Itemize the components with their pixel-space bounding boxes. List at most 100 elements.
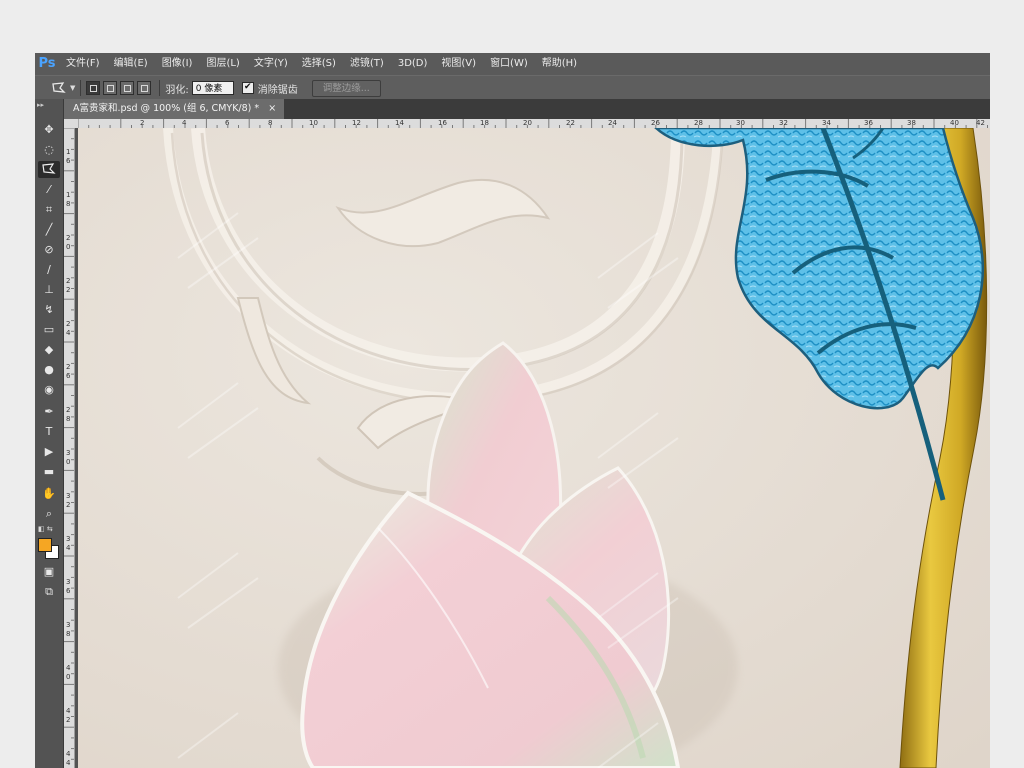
add-to-selection-button[interactable] bbox=[103, 81, 118, 95]
ruler-label: 4 bbox=[66, 664, 71, 672]
crop-tool-icon[interactable]: ⌗ bbox=[38, 201, 60, 218]
document-tab-bar: A富贵家和.psd @ 100% (组 6, CMYK/8) * × bbox=[64, 99, 990, 119]
ruler-label: 4 bbox=[66, 328, 71, 337]
panel-collapse-icon[interactable]: ▸▸ bbox=[37, 101, 44, 109]
ruler-label: 6 bbox=[66, 586, 71, 595]
ruler-label: 20 bbox=[523, 119, 532, 127]
ruler-label: 1 bbox=[66, 148, 71, 156]
ruler-label: 8 bbox=[66, 629, 71, 638]
document-tab[interactable]: A富贵家和.psd @ 100% (组 6, CMYK/8) * × bbox=[64, 99, 285, 119]
ruler-label: 3 bbox=[66, 578, 71, 586]
ruler-label: 6 bbox=[66, 156, 71, 165]
ruler-label: 3 bbox=[66, 492, 71, 500]
menu-edit[interactable]: 编辑(E) bbox=[107, 53, 155, 75]
feather-label: 羽化: bbox=[165, 84, 189, 96]
menu-file[interactable]: 文件(F) bbox=[59, 53, 107, 75]
intersect-selection-icon bbox=[140, 84, 148, 92]
ruler-label: 4 bbox=[182, 119, 187, 127]
menu-filter[interactable]: 滤镜(T) bbox=[343, 53, 391, 75]
polygonal-lasso-icon bbox=[52, 82, 66, 93]
ruler-label: 4 bbox=[66, 750, 71, 758]
divider bbox=[80, 80, 82, 96]
divider bbox=[159, 80, 161, 96]
ruler-label: 2 bbox=[66, 715, 71, 724]
ruler-label: 4 bbox=[66, 543, 71, 552]
ruler-label: 8 bbox=[66, 414, 71, 423]
menu-3d[interactable]: 3D(D) bbox=[391, 53, 435, 75]
eyedropper-tool-icon[interactable]: ╱ bbox=[38, 221, 60, 238]
paint-bucket-tool-icon[interactable]: ◆ bbox=[38, 341, 60, 358]
ruler-label: 2 bbox=[66, 277, 71, 285]
ruler-label: 3 bbox=[66, 621, 71, 629]
hand-tool-icon[interactable]: ✋ bbox=[38, 485, 60, 502]
ruler-label: 2 bbox=[66, 285, 71, 294]
photoshop-logo: Ps bbox=[38, 56, 56, 71]
path-selection-tool-icon[interactable]: ▶ bbox=[38, 443, 60, 460]
ruler-label: 2 bbox=[66, 406, 71, 414]
chevron-down-icon: ▼ bbox=[70, 84, 76, 92]
menu-view[interactable]: 视图(V) bbox=[434, 53, 483, 75]
history-brush-tool-icon[interactable]: ↯ bbox=[38, 301, 60, 318]
vertical-ruler[interactable]: 16 18 20 22 24 26 28 30 32 34 36 38 40 4… bbox=[64, 128, 75, 768]
tools-panel: ▸▸ ✥ ◌ ⁄ ⌗ ╱ ⊘ ∕ ⊥ ↯ ▭ ◆ ● ◉ ✒ T ▶ ▬ ✋ ⌕… bbox=[35, 99, 64, 768]
add-selection-icon bbox=[106, 84, 114, 92]
document-title: A富贵家和.psd @ 100% (组 6, CMYK/8) * bbox=[73, 103, 260, 114]
vertical-ruler-labels: 16 18 20 22 24 26 28 30 32 34 36 38 40 4… bbox=[66, 148, 73, 768]
menu-image[interactable]: 图像(I) bbox=[155, 53, 200, 75]
ruler-label: 16 bbox=[438, 119, 447, 127]
clone-stamp-tool-icon[interactable]: ⊥ bbox=[38, 281, 60, 298]
healing-brush-tool-icon[interactable]: ⊘ bbox=[38, 241, 60, 258]
tool-preset-picker[interactable]: ▼ bbox=[51, 81, 75, 95]
menu-layer[interactable]: 图层(L) bbox=[199, 53, 246, 75]
ruler-label: 0 bbox=[66, 457, 71, 466]
intersect-selection-button[interactable] bbox=[137, 81, 152, 95]
anti-alias-checkbox[interactable]: ✔ bbox=[241, 82, 254, 94]
ruler-label: 4 bbox=[66, 758, 71, 767]
ruler-label: 6 bbox=[225, 119, 230, 127]
default-colors-icon[interactable]: ◧ ⇆ bbox=[38, 525, 53, 533]
foreground-color-swatch[interactable] bbox=[38, 538, 52, 552]
ruler-label: 22 bbox=[566, 119, 575, 127]
screen-mode-icon[interactable]: ⧉ bbox=[38, 583, 60, 600]
polygonal-lasso-tool-icon[interactable] bbox=[38, 161, 60, 178]
move-tool-icon[interactable]: ✥ bbox=[38, 121, 60, 138]
document-canvas[interactable] bbox=[78, 128, 990, 768]
marquee-tool-icon[interactable]: ◌ bbox=[38, 141, 60, 158]
menu-window[interactable]: 窗口(W) bbox=[483, 53, 535, 75]
ruler-label: 3 bbox=[66, 535, 71, 543]
pen-tool-icon[interactable]: ✒ bbox=[38, 403, 60, 420]
close-tab-icon[interactable]: × bbox=[268, 103, 276, 114]
menu-help[interactable]: 帮助(H) bbox=[535, 53, 584, 75]
blur-tool-icon[interactable]: ● bbox=[38, 361, 60, 378]
ruler-label: 2 bbox=[66, 500, 71, 509]
ruler-label: 3 bbox=[66, 449, 71, 457]
ruler-label: 8 bbox=[66, 199, 71, 208]
menu-select[interactable]: 选择(S) bbox=[295, 53, 343, 75]
menu-type[interactable]: 文字(Y) bbox=[247, 53, 295, 75]
new-selection-button[interactable] bbox=[86, 81, 101, 95]
subtract-selection-icon bbox=[123, 84, 131, 92]
ruler-label: 26 bbox=[651, 119, 660, 127]
ruler-label: 36 bbox=[864, 119, 873, 127]
feather-input[interactable]: 0 像素 bbox=[191, 81, 234, 95]
rectangle-tool-icon[interactable]: ▬ bbox=[38, 463, 60, 480]
ruler-label: 8 bbox=[268, 119, 273, 127]
magic-wand-tool-icon[interactable]: ⁄ bbox=[38, 181, 60, 198]
zoom-tool-icon[interactable]: ⌕ bbox=[38, 505, 60, 522]
menu-bar: Ps 文件(F) 编辑(E) 图像(I) 图层(L) 文字(Y) 选择(S) 滤… bbox=[35, 53, 990, 75]
options-bar: ▼ 羽化: 0 像素 ✔ 消除锯齿 调整边缘... bbox=[35, 75, 990, 101]
subtract-from-selection-button[interactable] bbox=[120, 81, 135, 95]
ruler-label: 34 bbox=[822, 119, 831, 127]
canvas-artwork bbox=[78, 128, 990, 768]
eraser-tool-icon[interactable]: ▭ bbox=[38, 321, 60, 338]
ruler-label: 0 bbox=[66, 672, 71, 681]
dodge-tool-icon[interactable]: ◉ bbox=[38, 381, 60, 398]
ruler-label: 42 bbox=[976, 119, 985, 127]
ruler-origin[interactable] bbox=[64, 119, 78, 128]
ruler-label: 1 bbox=[66, 191, 71, 199]
refine-edge-button[interactable]: 调整边缘... bbox=[311, 79, 381, 97]
brush-tool-icon[interactable]: ∕ bbox=[38, 261, 60, 278]
quick-mask-icon[interactable]: ▣ bbox=[38, 563, 60, 580]
ruler-label: 40 bbox=[950, 119, 959, 127]
type-tool-icon[interactable]: T bbox=[38, 423, 60, 440]
